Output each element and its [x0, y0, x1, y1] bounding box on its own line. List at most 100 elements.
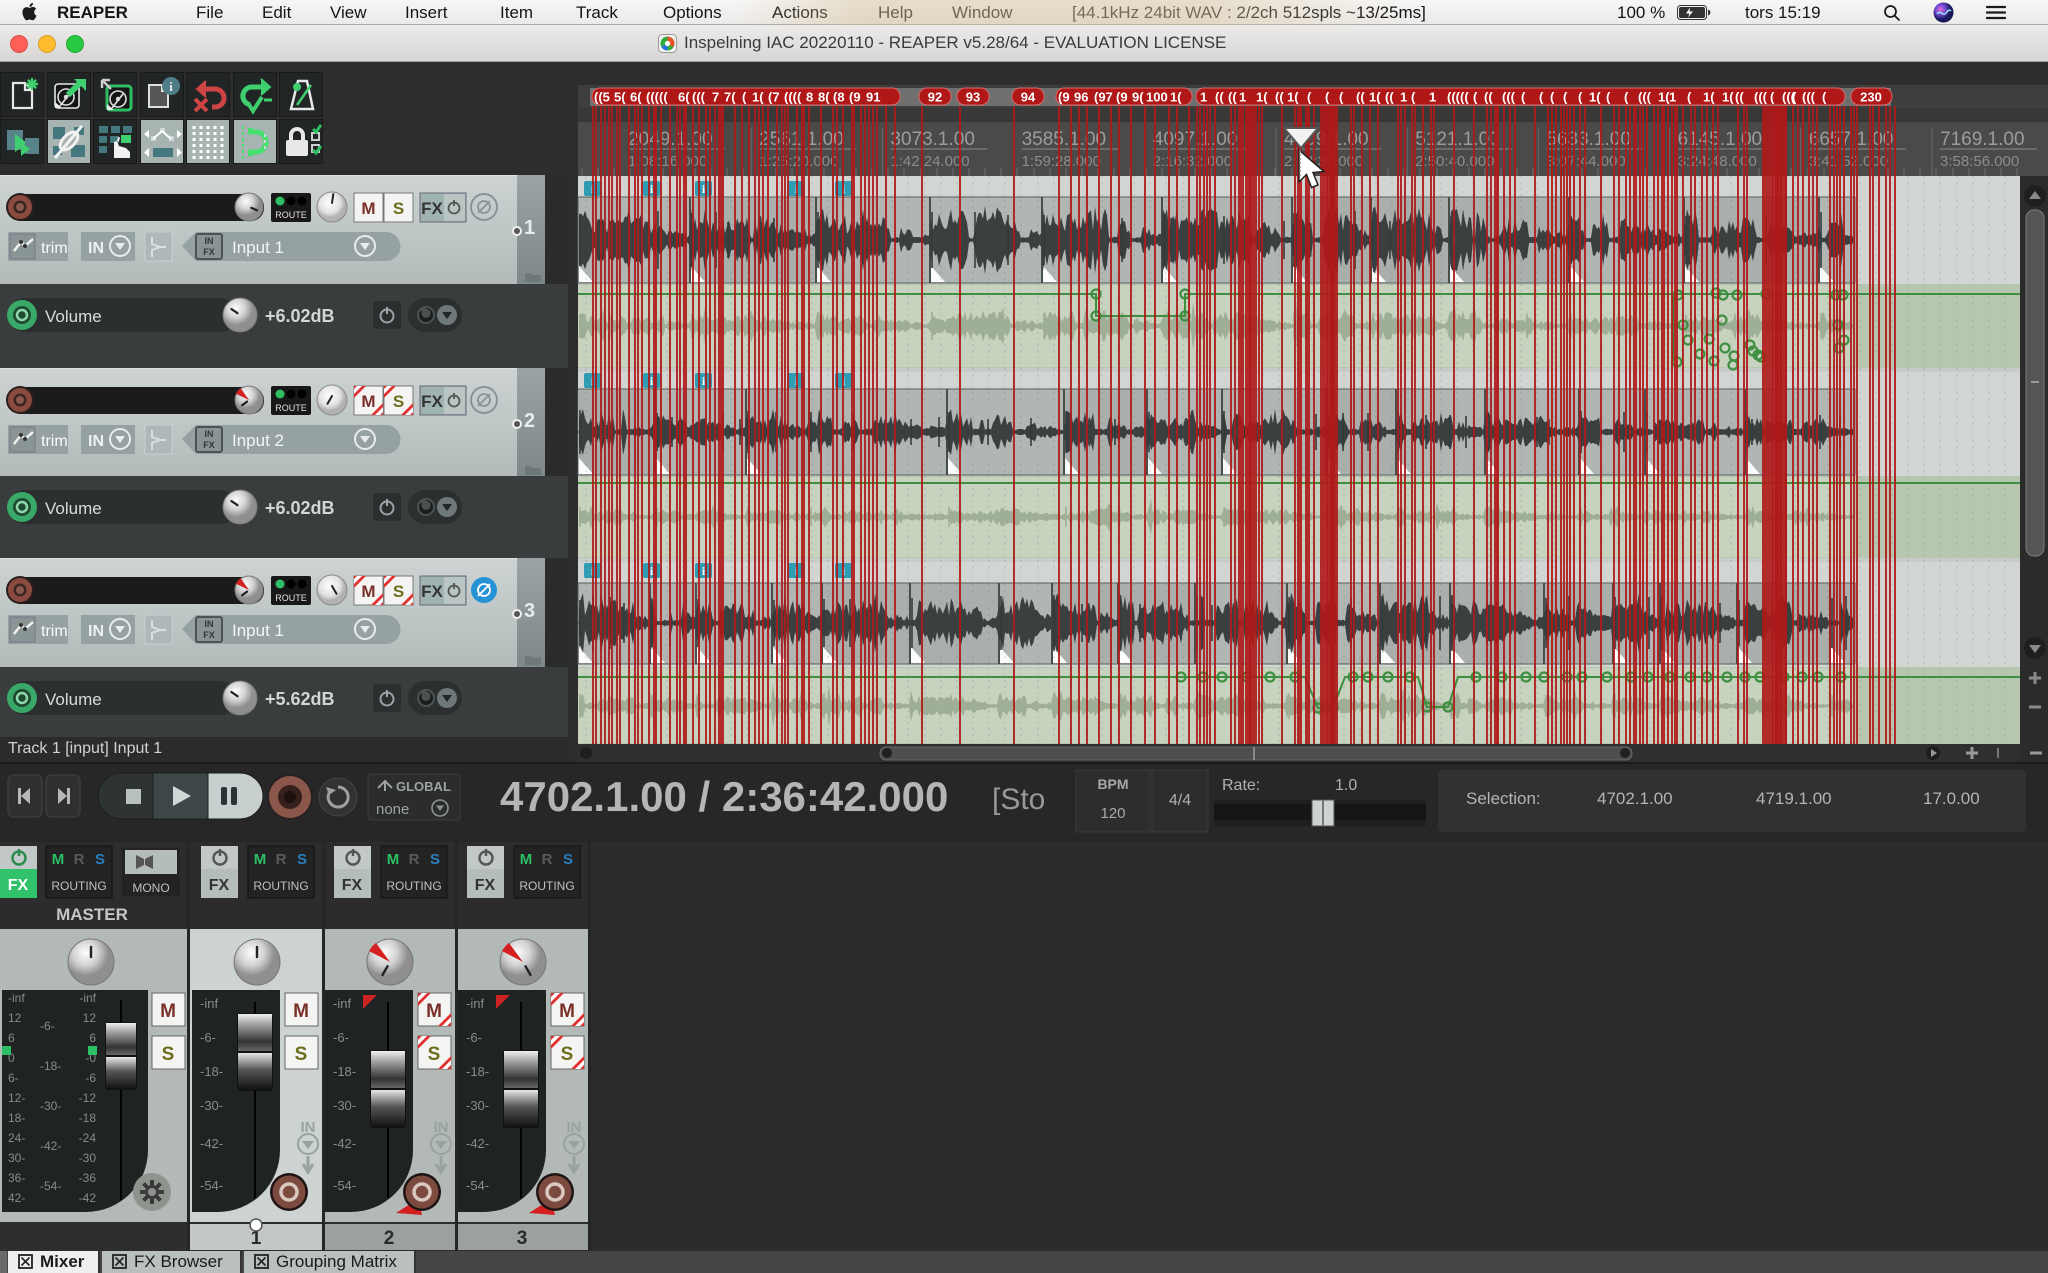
svg-text:S: S: [563, 851, 573, 868]
svg-text:9(: 9(: [1132, 90, 1144, 105]
svg-text:S: S: [393, 199, 404, 218]
svg-text:FX: FX: [421, 392, 443, 411]
svg-text:S: S: [393, 582, 404, 601]
svg-text:IN: IN: [88, 240, 104, 257]
svg-text:IN: IN: [205, 619, 214, 629]
svg-text:S: S: [430, 851, 440, 868]
svg-text:FX: FX: [209, 877, 230, 894]
svg-text:-42-: -42-: [200, 1136, 223, 1151]
svg-text:(9: (9: [1058, 90, 1070, 105]
svg-text:Input 2: Input 2: [232, 431, 284, 450]
svg-text:BPM: BPM: [1097, 776, 1128, 792]
svg-text:5(: 5(: [614, 90, 626, 105]
svg-text:-inf: -inf: [200, 996, 218, 1011]
svg-text:1(: 1(: [1722, 90, 1734, 105]
svg-text:-30-: -30-: [333, 1098, 356, 1113]
svg-text:GLOBAL: GLOBAL: [396, 779, 451, 794]
svg-text:1:59:28.000: 1:59:28.000: [1022, 153, 1101, 170]
svg-text:-24: -24: [79, 1131, 97, 1145]
svg-text:1:25:20.000: 1:25:20.000: [759, 153, 838, 170]
svg-text:ROUTE: ROUTE: [275, 403, 307, 413]
svg-text:R: R: [74, 851, 85, 868]
svg-text:M: M: [520, 851, 533, 868]
svg-text:12: 12: [8, 1011, 22, 1025]
svg-text:1(: 1(: [1170, 90, 1182, 105]
svg-text:-6-: -6-: [333, 1030, 349, 1045]
svg-text:[Sto: [Sto: [992, 783, 1045, 816]
svg-text:FX: FX: [203, 440, 215, 450]
svg-text:4702.1.00 / 2:36:42.000: 4702.1.00 / 2:36:42.000: [500, 773, 948, 820]
svg-text:2:16:32.000: 2:16:32.000: [1153, 153, 1232, 170]
svg-text:-6-: -6-: [40, 1019, 55, 1033]
svg-text:MASTER: MASTER: [56, 905, 128, 924]
svg-text:M: M: [426, 1001, 442, 1022]
svg-text:M: M: [387, 851, 400, 868]
svg-text:-54-: -54-: [200, 1178, 223, 1193]
svg-text:-42-: -42-: [40, 1139, 61, 1153]
svg-text:12: 12: [83, 1011, 97, 1025]
svg-text:8: 8: [806, 90, 813, 105]
svg-text:((: ((: [1275, 90, 1284, 105]
svg-text:(: (: [1687, 90, 1692, 105]
svg-text:(9: (9: [1116, 90, 1128, 105]
svg-text:-6-: -6-: [466, 1030, 482, 1045]
svg-text:-12: -12: [79, 1091, 97, 1105]
svg-text:230: 230: [1860, 90, 1882, 105]
svg-text:-18-: -18-: [200, 1064, 223, 1079]
svg-text:1(: 1(: [1287, 90, 1299, 105]
svg-text:91: 91: [866, 90, 880, 105]
svg-text:1(: 1(: [1589, 90, 1601, 105]
svg-text:92: 92: [928, 90, 942, 105]
svg-text:R: R: [542, 851, 553, 868]
svg-text:FX: FX: [203, 247, 215, 257]
svg-text:-inf: -inf: [79, 991, 96, 1005]
svg-text:((: ((: [1356, 90, 1365, 105]
svg-text:FX: FX: [421, 199, 443, 218]
svg-text:M: M: [361, 392, 375, 411]
svg-text:1: 1: [1669, 90, 1676, 105]
svg-text:FX: FX: [475, 877, 496, 894]
svg-text:-inf: -inf: [8, 991, 25, 1005]
svg-text:1(: 1(: [752, 90, 764, 105]
svg-text:-42-: -42-: [333, 1136, 356, 1151]
svg-text:(: (: [1307, 90, 1312, 105]
svg-text:(: (: [1792, 90, 1797, 105]
svg-text:7: 7: [712, 90, 719, 105]
svg-text:4719.1.00: 4719.1.00: [1756, 789, 1832, 808]
svg-text:(8: (8: [833, 90, 845, 105]
svg-text:M: M: [361, 199, 375, 218]
svg-text:(((: (((: [692, 90, 706, 105]
svg-text:-54-: -54-: [333, 1178, 356, 1193]
svg-text:Input 1: Input 1: [232, 238, 284, 257]
svg-text:-18: -18: [79, 1111, 97, 1125]
svg-text:-6-: -6-: [200, 1030, 216, 1045]
svg-text:1(: 1(: [1256, 90, 1268, 105]
svg-text:M: M: [254, 851, 267, 868]
svg-text:42-: 42-: [8, 1191, 25, 1205]
svg-text:1: 1: [1400, 90, 1407, 105]
svg-text:120: 120: [1100, 805, 1125, 822]
svg-text:(((: (((: [1754, 90, 1768, 105]
svg-text:ROUTING: ROUTING: [386, 879, 441, 893]
svg-text:(: (: [1563, 90, 1568, 105]
svg-text:12-: 12-: [8, 1091, 25, 1105]
svg-text:(: (: [1539, 90, 1544, 105]
svg-text:ROUTING: ROUTING: [253, 879, 308, 893]
svg-text:(: (: [1521, 90, 1526, 105]
svg-text:(: (: [1473, 90, 1478, 105]
svg-text:-inf: -inf: [466, 996, 484, 1011]
svg-text:trim: trim: [41, 240, 68, 257]
svg-text:1:08:16.000: 1:08:16.000: [628, 153, 707, 170]
svg-text:(((: (((: [1802, 90, 1816, 105]
svg-text:(: (: [1325, 90, 1330, 105]
svg-text:8(: 8(: [818, 90, 830, 105]
svg-text:IN: IN: [88, 623, 104, 640]
svg-text:4/4: 4/4: [1169, 792, 1191, 809]
svg-text:(: (: [1624, 90, 1629, 105]
svg-text:-54-: -54-: [40, 1179, 61, 1193]
svg-text:((: ((: [1484, 90, 1493, 105]
svg-text:FX: FX: [203, 630, 215, 640]
svg-text:30-: 30-: [8, 1151, 25, 1165]
svg-text:(((: (((: [1502, 90, 1516, 105]
svg-text:-36: -36: [79, 1171, 97, 1185]
